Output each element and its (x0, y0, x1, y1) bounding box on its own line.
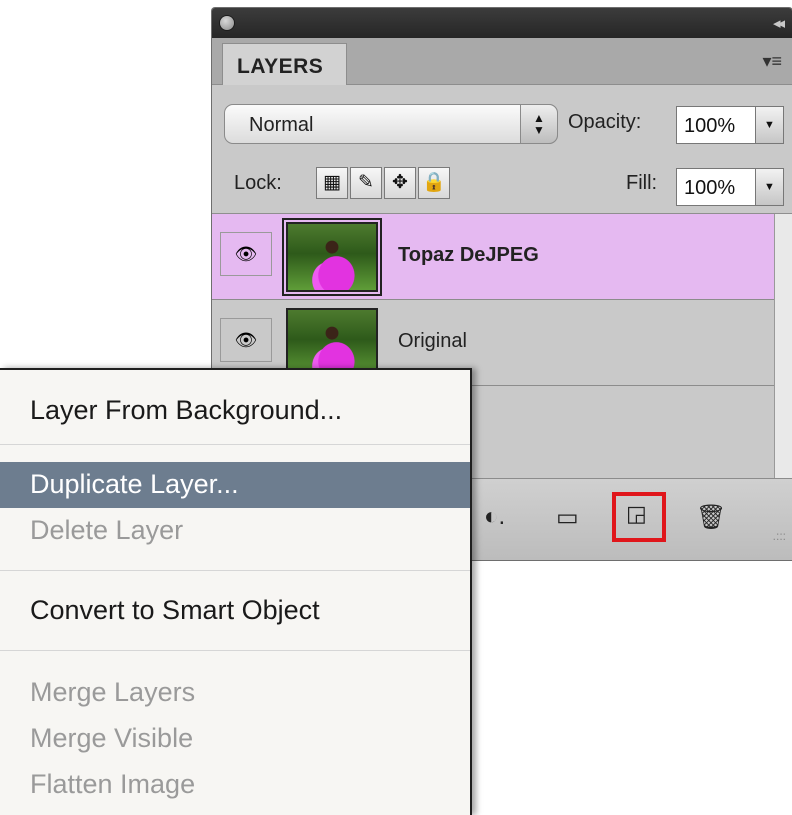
resize-grip-icon[interactable]: .::: (773, 529, 786, 543)
lock-pixels-icon[interactable]: ✎ (350, 167, 382, 199)
layer-name: Original (398, 330, 467, 352)
trash-icon[interactable]: 🗑 (696, 503, 726, 532)
chevron-down-icon[interactable]: ▼ (755, 107, 783, 143)
stepper-icon[interactable]: ▲ ▼ (520, 104, 558, 144)
scrollbar[interactable] (774, 214, 792, 478)
lock-all-icon[interactable]: 🔒 (418, 167, 450, 199)
folder-icon[interactable]: ▭ (556, 503, 579, 532)
menu-item-duplicate-layer[interactable]: Duplicate Layer... (0, 462, 470, 508)
layer-name: Topaz DeJPEG (398, 244, 539, 266)
menu-item-layer-from-background[interactable]: Layer From Background... (0, 388, 470, 434)
lock-label: Lock: (234, 172, 282, 194)
menu-item-convert-to-smart-object[interactable]: Convert to Smart Object (0, 588, 470, 634)
layer-row[interactable]: 👁 Topaz DeJPEG (212, 214, 774, 300)
menu-item-merge-visible[interactable]: Merge Visible (0, 716, 470, 762)
menu-item-flatten-image[interactable]: Flatten Image (0, 762, 470, 808)
fill-label: Fill: (626, 172, 658, 194)
fill-field[interactable]: 100% ▼ (676, 168, 784, 206)
chevron-down-icon[interactable]: ▼ (755, 169, 783, 205)
menu-separator (0, 570, 470, 571)
opacity-value: 100% (684, 115, 736, 137)
lock-position-icon[interactable]: ✥ (384, 167, 416, 199)
menu-item-delete-layer[interactable]: Delete Layer (0, 508, 470, 554)
opacity-field[interactable]: 100% ▼ (676, 106, 784, 144)
highlight-box (612, 492, 666, 542)
lock-transparency-icon[interactable]: ▦ (316, 167, 348, 199)
panel-menu-icon[interactable]: ▾≡ (762, 51, 782, 72)
tab-layers[interactable]: LAYERS (222, 43, 347, 85)
close-icon[interactable] (220, 16, 234, 30)
collapse-icon[interactable]: ◂◂ (773, 14, 785, 32)
blend-mode-value: Normal (249, 114, 314, 136)
eye-icon[interactable]: 👁 (220, 232, 272, 276)
blend-mode-select[interactable]: Normal ▲ ▼ (224, 104, 558, 144)
fill-value: 100% (684, 177, 736, 199)
panel-titlebar: ◂◂ (212, 8, 792, 38)
context-menu: Layer From Background... Duplicate Layer… (0, 368, 472, 815)
panel-tab-row: LAYERS ▾≡ (212, 38, 792, 85)
blend-row: Normal ▲ ▼ Opacity: 100% ▼ (212, 96, 792, 154)
menu-item-merge-layers[interactable]: Merge Layers (0, 670, 470, 716)
adjustment-layer-icon[interactable]: ◐. (484, 503, 505, 531)
opacity-label: Opacity: (568, 111, 642, 133)
menu-separator (0, 444, 470, 445)
lock-row: Lock: ▦ ✎ ✥ 🔒 Fill: 100% ▼ (212, 158, 792, 214)
menu-separator (0, 650, 470, 651)
eye-icon[interactable]: 👁 (220, 318, 272, 362)
layer-thumbnail (286, 222, 378, 292)
